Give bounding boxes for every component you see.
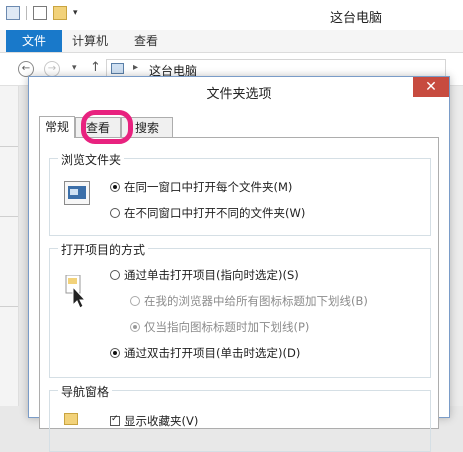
explorer-titlebar: ▾ 这台电脑 [0, 0, 463, 31]
back-button[interactable]: ← [18, 61, 34, 77]
ribbon-tab-file[interactable]: 文件 [6, 30, 62, 52]
ribbon-tab-computer[interactable]: 计算机 [72, 30, 108, 52]
click-items-title: 打开项目的方式 [58, 241, 149, 258]
checkbox-checked[interactable] [110, 414, 120, 426]
ribbon: 文件 计算机 查看 [0, 30, 463, 53]
ribbon-tab-view[interactable]: 查看 [134, 30, 158, 52]
properties-icon[interactable] [33, 6, 47, 20]
highlight-circle [81, 110, 133, 144]
navigation-pane [0, 86, 19, 406]
quick-access-toolbar: ▾ [6, 6, 78, 20]
radio-label: 在我的浏览器中给所有图标标题加下划线(B) [144, 294, 368, 308]
up-button[interactable]: ↑ [90, 60, 101, 75]
toolbar-separator [26, 6, 27, 20]
this-pc-icon [111, 63, 124, 74]
customize-toolbar-dropdown[interactable]: ▾ [73, 8, 78, 18]
radio-label: 在不同窗口中打开不同的文件夹(W) [124, 206, 306, 220]
checkbox-show-favorites[interactable]: 显示收藏夹(V) [110, 413, 198, 429]
divider [0, 306, 18, 307]
divider [0, 216, 18, 217]
radio-button[interactable] [110, 270, 120, 280]
forward-button[interactable]: → [44, 61, 60, 77]
radio-underline-hover[interactable]: 仅当指向图标标题时加下划线(P) [130, 319, 309, 335]
tab-general[interactable]: 常规 [39, 116, 75, 138]
radio-button[interactable] [130, 296, 140, 306]
new-folder-icon[interactable] [53, 6, 67, 20]
navigation-pane-title: 导航窗格 [58, 383, 113, 400]
radio-label: 在同一窗口中打开每个文件夹(M) [124, 180, 293, 194]
radio-underline-all[interactable]: 在我的浏览器中给所有图标标题加下划线(B) [130, 293, 368, 309]
browse-folders-group: 浏览文件夹 在同一窗口中打开每个文件夹(M) 在不同窗口中打开不同的文件夹(W) [49, 151, 431, 236]
radio-same-window[interactable]: 在同一窗口中打开每个文件夹(M) [110, 179, 292, 195]
breadcrumb-separator[interactable]: ▸ [133, 62, 138, 73]
radio-button-checked[interactable] [110, 182, 120, 192]
pointer-icon [65, 275, 87, 309]
navigation-pane-group: 导航窗格 显示收藏夹(V) [49, 383, 431, 452]
computer-icon [6, 6, 20, 20]
divider [0, 146, 18, 147]
radio-single-click[interactable]: 通过单击打开项目(指向时选定)(S) [110, 267, 299, 283]
recent-locations-dropdown[interactable]: ▾ [72, 63, 77, 73]
click-items-group: 打开项目的方式 通过单击打开项目(指向时选定)(S) 在我的浏览器中给所有图标标… [49, 241, 431, 378]
folder-window-icon [64, 181, 90, 205]
window-title: 这台电脑 [330, 11, 383, 26]
radio-label: 仅当指向图标标题时加下划线(P) [144, 320, 310, 334]
favorites-folder-icon [64, 413, 78, 425]
radio-button-checked[interactable] [130, 322, 140, 332]
radio-double-click[interactable]: 通过双击打开项目(单击时选定)(D) [110, 345, 300, 361]
radio-button[interactable] [110, 208, 120, 218]
general-tab-panel: 浏览文件夹 在同一窗口中打开每个文件夹(M) 在不同窗口中打开不同的文件夹(W)… [39, 137, 439, 452]
radio-label: 通过单击打开项目(指向时选定)(S) [124, 268, 299, 282]
radio-new-window[interactable]: 在不同窗口中打开不同的文件夹(W) [110, 205, 305, 221]
scrollbar[interactable] [448, 86, 463, 406]
dialog-titlebar: 文件夹选项 ✕ [29, 77, 449, 105]
dialog-title: 文件夹选项 [206, 87, 272, 102]
checkbox-label: 显示收藏夹(V) [124, 414, 199, 428]
browse-folders-title: 浏览文件夹 [58, 151, 125, 168]
radio-button-checked[interactable] [110, 348, 120, 358]
close-button[interactable]: ✕ [413, 77, 449, 97]
radio-label: 通过双击打开项目(单击时选定)(D) [124, 346, 301, 360]
